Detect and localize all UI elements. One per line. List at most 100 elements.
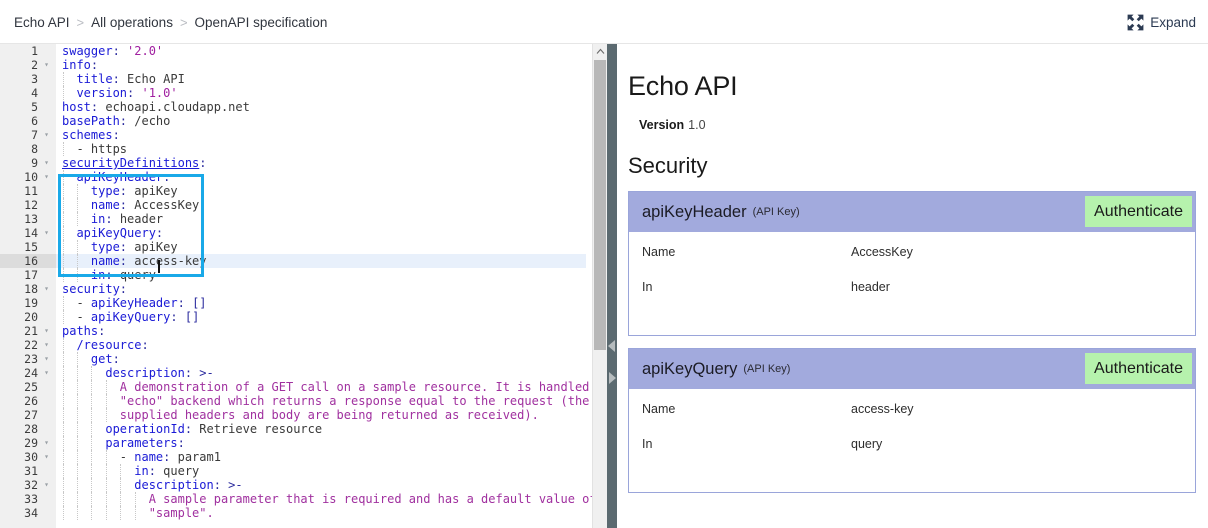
token-punct: : [199,156,207,170]
token-key: get [62,352,113,366]
line-text: in: query [62,464,199,478]
line-text: security: [62,282,127,296]
line-number: 16 [24,254,38,268]
code-line[interactable]: 30 ▾ - name: param1 [0,450,586,464]
splitter-collapse-left-handle[interactable] [607,340,617,356]
scrollbar-thumb[interactable] [594,60,606,350]
editor-vertical-scrollbar[interactable] [592,44,607,528]
token-punct: : [98,324,106,338]
token-key: apiKeyHeader [90,296,178,310]
code-line[interactable]: 9 ▾ securityDefinitions: [0,156,586,170]
code-line[interactable]: 19 - apiKeyHeader: [] [0,296,586,310]
code-line[interactable]: 15 type: apiKey [0,240,586,254]
code-line[interactable]: 16 name: access-key [0,254,586,268]
code-line[interactable]: 27 supplied headers and body are being r… [0,408,586,422]
code-line[interactable]: 31 in: query [0,464,586,478]
token-text: supplied headers and body are being retu… [62,408,539,422]
code-line[interactable]: 24 ▾ description: >- [0,366,586,380]
line-number-cell: 32 ▾ [0,478,56,492]
code-line[interactable]: 5 host: echoapi.cloudapp.net [0,100,586,114]
line-number: 7 [31,128,38,142]
line-number: 17 [24,268,38,282]
code-line[interactable]: 29 ▾ parameters: [0,436,586,450]
fold-toggle-icon[interactable]: ▾ [42,170,51,184]
line-text: name: access-key [62,254,207,268]
openapi-specification-page: Echo API > All operations > OpenAPI specific… [0,0,1208,528]
authenticate-button[interactable]: Authenticate [1085,353,1192,384]
authenticate-button[interactable]: Authenticate [1085,196,1192,227]
expand-arrows-icon [1127,14,1144,31]
security-scheme-body: Name access-key In query [629,389,1195,492]
code-line[interactable]: 3 title: Echo API [0,72,586,86]
token-key: description [62,366,185,380]
token-val: /echo [134,114,171,128]
code-line[interactable]: 32 ▾ description: >- [0,478,586,492]
code-line[interactable]: 10 ▾ apiKeyHeader: [0,170,586,184]
code-line[interactable]: 21 ▾ paths: [0,324,586,338]
code-line[interactable]: 6 basePath: /echo [0,114,586,128]
code-line[interactable]: 34 "sample". [0,506,586,520]
code-lines[interactable]: 1 swagger: '2.0' 2 ▾ info: 3 title: Echo API 4… [0,44,592,528]
property-label: Name [642,245,676,259]
line-number: 25 [24,380,38,394]
fold-toggle-icon[interactable]: ▾ [42,226,51,240]
scroll-up-button[interactable] [593,44,607,59]
token-val: echoapi.cloudapp.net [105,100,250,114]
fold-toggle-icon[interactable]: ▾ [42,282,51,296]
token-val: query [163,464,200,478]
token-punct: : [119,114,135,128]
splitter-expand-right-handle[interactable] [607,372,617,388]
code-line[interactable]: 22 ▾ /resource: [0,338,586,352]
yaml-editor[interactable]: 1 swagger: '2.0' 2 ▾ info: 3 title: Echo API 4… [0,44,592,528]
code-line[interactable]: 18 ▾ security: [0,282,586,296]
fold-toggle-icon[interactable]: ▾ [42,352,51,366]
fold-toggle-icon[interactable]: ▾ [42,478,51,492]
code-line[interactable]: 8 - https [0,142,586,156]
line-number-cell: 20 [0,310,56,324]
code-line[interactable]: 23 ▾ get: [0,352,586,366]
code-line[interactable]: 20 - apiKeyQuery: [] [0,310,586,324]
line-number: 21 [24,324,38,338]
line-number-cell: 33 [0,492,56,506]
code-line[interactable]: 14 ▾ apiKeyQuery: [0,226,586,240]
line-text: apiKeyQuery: [62,226,163,240]
line-number: 23 [24,352,38,366]
pane-splitter[interactable] [607,44,617,528]
breadcrumb-item-1[interactable]: All operations [91,15,173,30]
expand-button[interactable]: Expand [1127,9,1196,35]
fold-toggle-icon[interactable]: ▾ [42,324,51,338]
fold-toggle-icon[interactable]: ▾ [42,128,51,142]
token-punct: : [184,366,200,380]
security-scheme-name: apiKeyQuery [642,359,738,378]
fold-toggle-icon[interactable]: ▾ [42,156,51,170]
code-line[interactable]: 2 ▾ info: [0,58,586,72]
line-text: swagger: '2.0' [62,44,163,58]
fold-toggle-icon[interactable]: ▾ [42,450,51,464]
token-key: swagger [62,44,113,58]
fold-toggle-icon[interactable]: ▾ [42,436,51,450]
token-punct: >- [199,366,214,380]
line-number-cell: 6 [0,114,56,128]
line-number: 8 [31,142,38,156]
triangle-right-icon [608,371,616,389]
token-key: version [62,86,128,100]
code-line[interactable]: 4 version: '1.0' [0,86,586,100]
code-line[interactable]: 26 "echo" backend which returns a respon… [0,394,589,408]
token-key: operationId [62,422,185,436]
code-line[interactable]: 28 operationId: Retrieve resource [0,422,586,436]
code-line[interactable]: 11 type: apiKey [0,184,586,198]
breadcrumb-item-0[interactable]: Echo API [14,15,70,30]
line-number-cell: 26 [0,394,56,408]
fold-toggle-icon[interactable]: ▾ [42,58,51,72]
code-line[interactable]: 17 in: query [0,268,586,282]
code-line[interactable]: 13 in: header [0,212,586,226]
token-key: apiKeyQuery [90,310,171,324]
code-line[interactable]: 33 A sample parameter that is required a… [0,492,592,506]
fold-toggle-icon[interactable]: ▾ [42,338,51,352]
code-line[interactable]: 1 swagger: '2.0' [0,44,586,58]
code-line[interactable]: 25 A demonstration of a GET call on a sa… [0,380,589,394]
code-line[interactable]: 12 name: AccessKey [0,198,586,212]
fold-toggle-icon[interactable]: ▾ [42,366,51,380]
code-line[interactable]: 7 ▾ schemes: [0,128,586,142]
security-scheme-type: (API Key) [743,363,791,375]
